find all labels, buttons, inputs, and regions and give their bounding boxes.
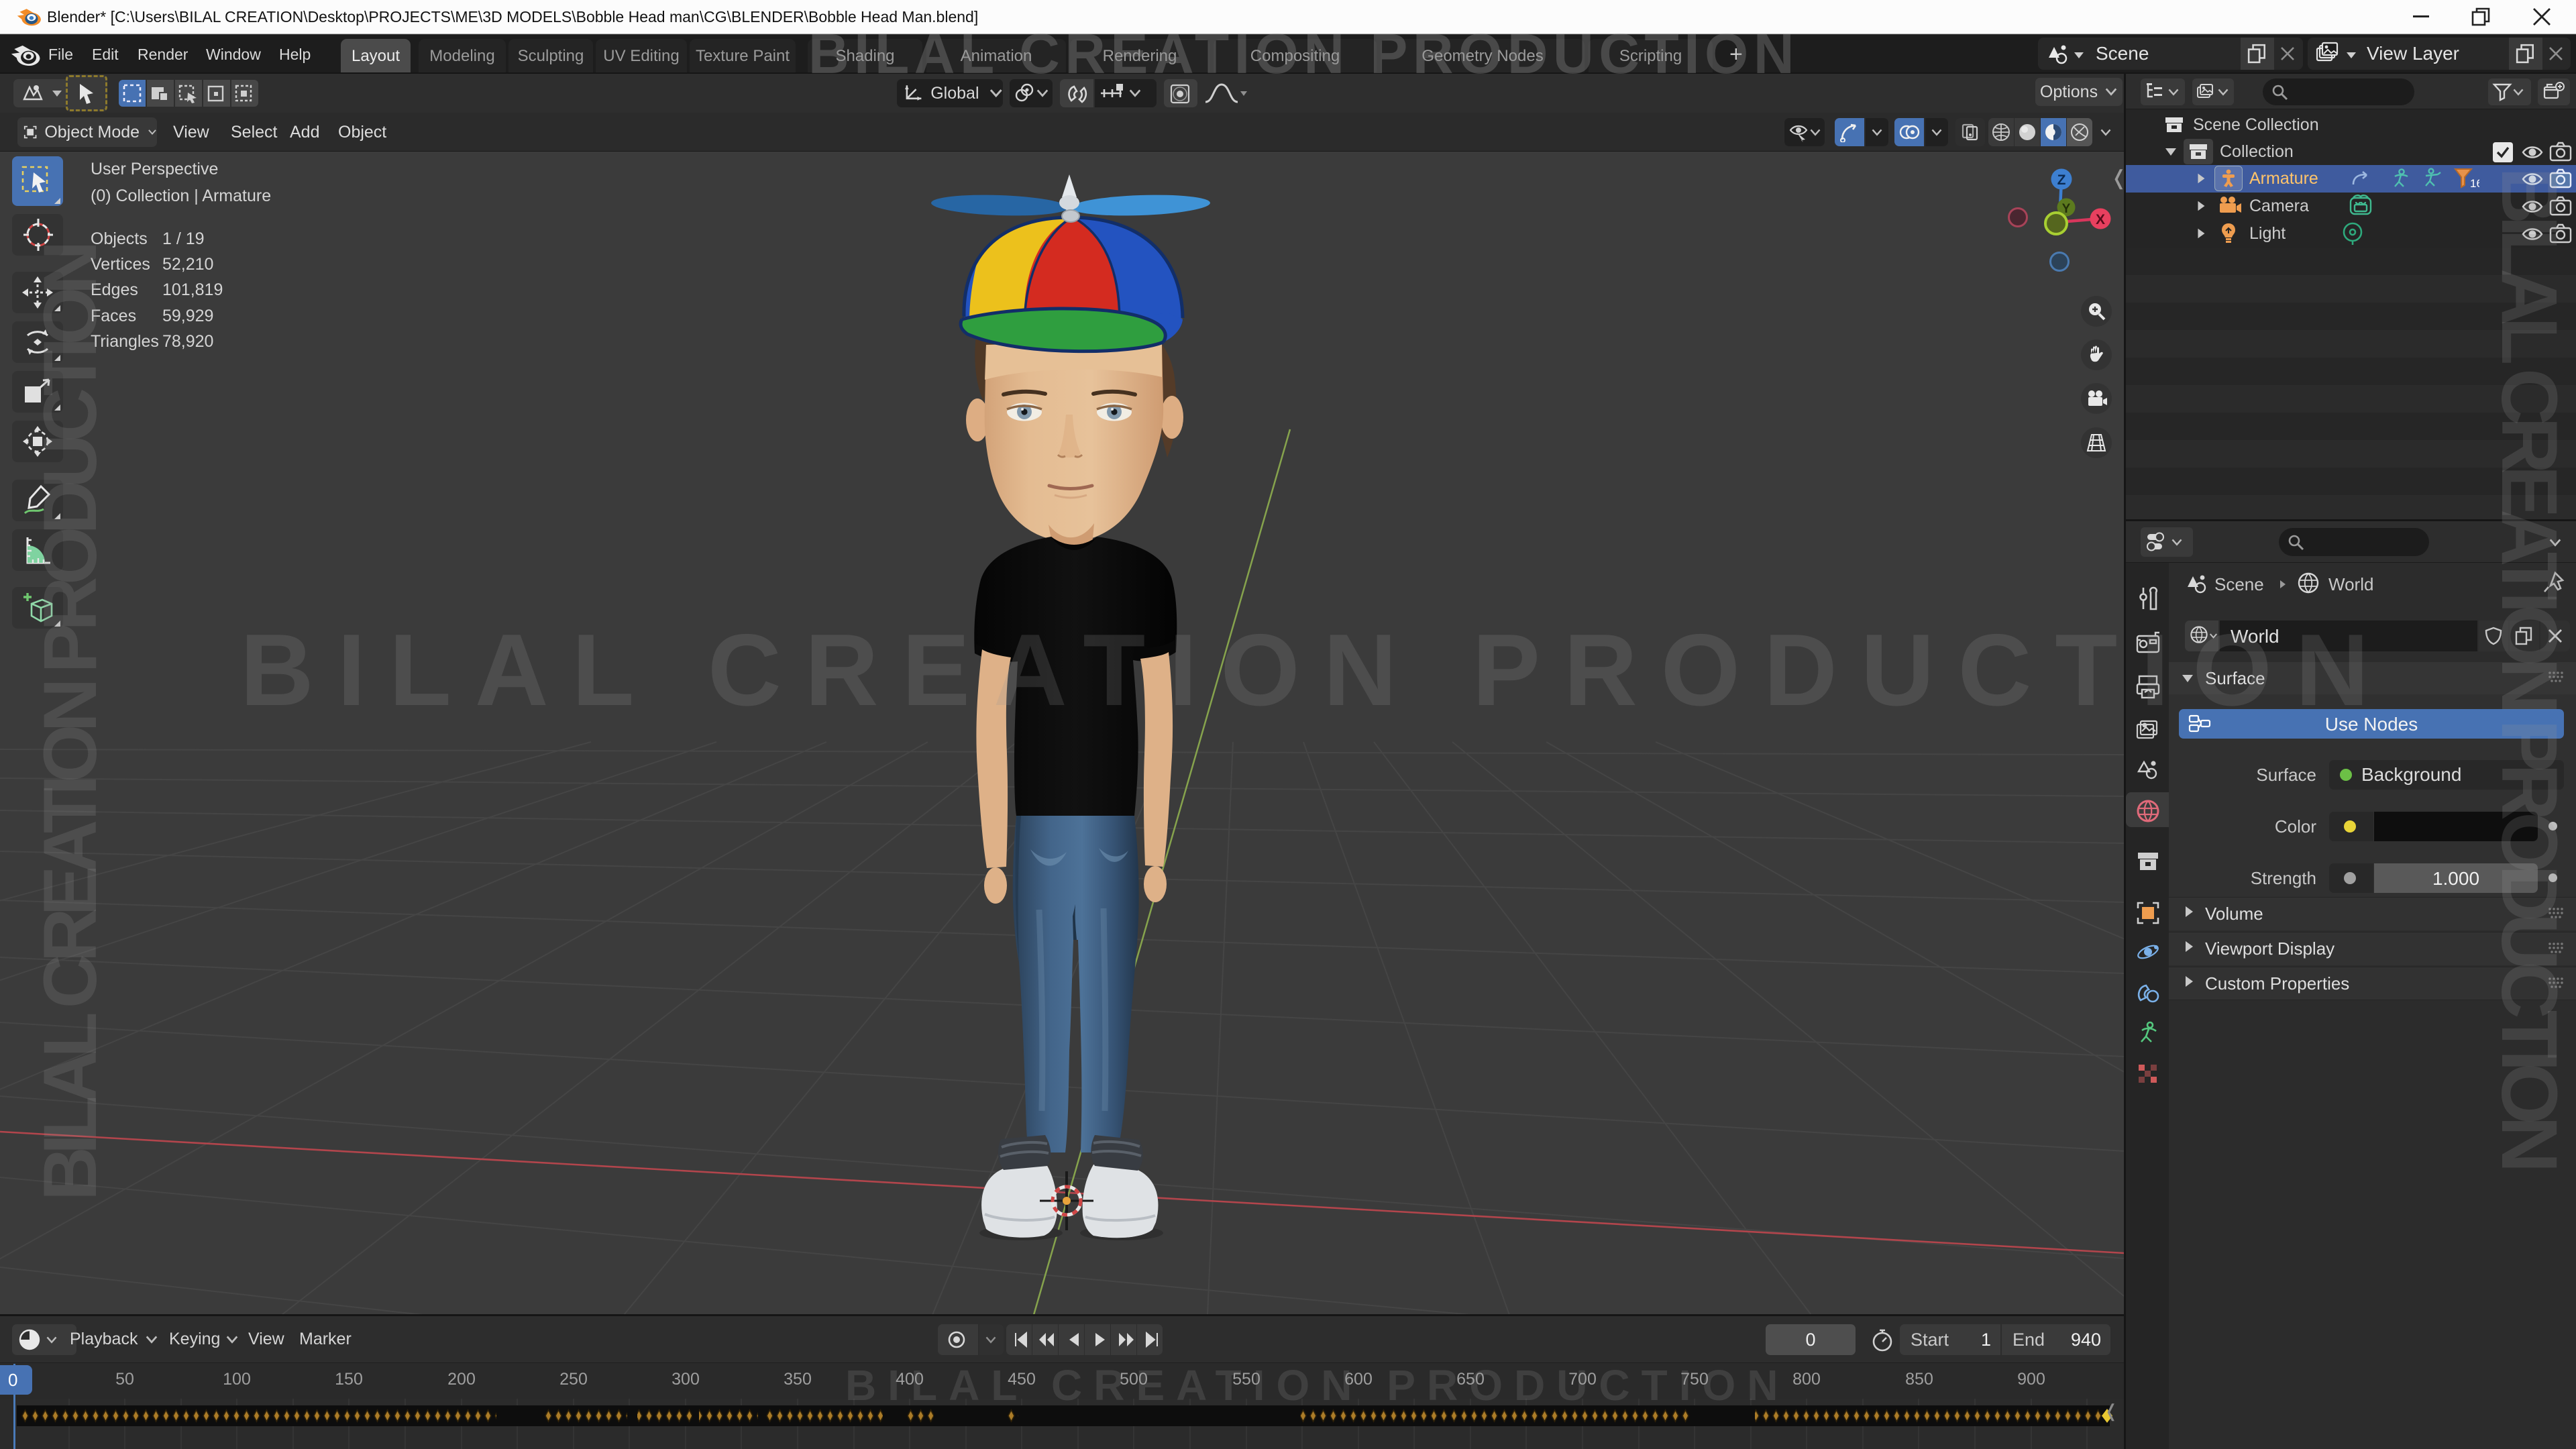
svg-text:16: 16 xyxy=(2470,177,2479,190)
svg-text:Z: Z xyxy=(2057,172,2066,188)
svg-text:X: X xyxy=(2096,212,2105,227)
